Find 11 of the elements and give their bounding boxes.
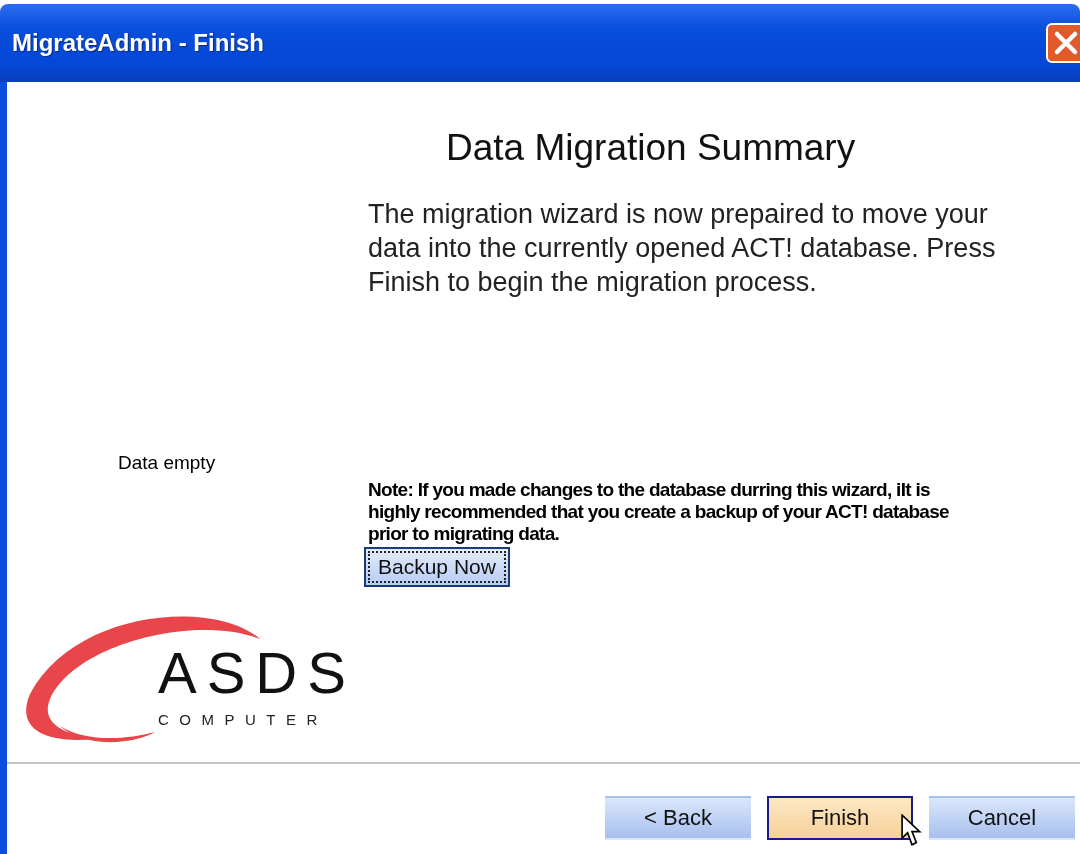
window-title: MigrateAdmin - Finish <box>12 29 264 57</box>
logo-text: ASDS <box>158 644 356 702</box>
wizard-button[interactable]: < Back <box>605 796 751 840</box>
wizard-button[interactable]: Finish <box>767 796 913 840</box>
wizard-button[interactable]: Cancel <box>929 796 1075 840</box>
backup-now-button[interactable]: Backup Now <box>364 547 510 587</box>
status-text: Data empty <box>118 452 216 474</box>
logo-tagline: COMPUTER <box>158 712 328 727</box>
heading: Data Migration Summary <box>446 127 856 169</box>
note-text: Note: If you made changes to the database durring this wizard, iIt is highly recommended that you create a backup of your ACT! database prior to migrating data. <box>368 479 950 545</box>
intro-text: The migration wizard is now prepaired to move your data into the currently opened ACT! database. Press Finish to begin the migration process. <box>368 198 997 299</box>
